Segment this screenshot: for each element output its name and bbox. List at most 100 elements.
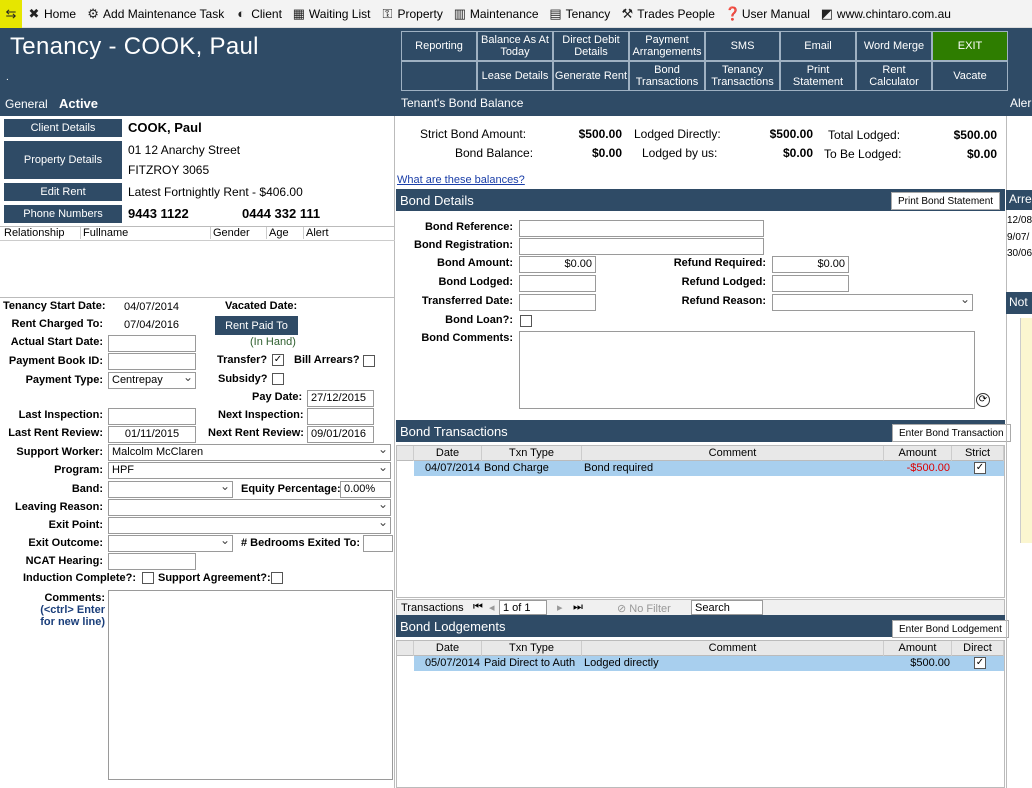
- col-comment[interactable]: Comment: [582, 641, 884, 656]
- bond-lodged-field[interactable]: [519, 275, 596, 292]
- payment-type-select[interactable]: Centrepay: [108, 372, 196, 389]
- payment-arrangements-button[interactable]: Payment Arrangements: [629, 31, 705, 61]
- toolbar-waiting-list[interactable]: ▦ Waiting List: [287, 0, 376, 28]
- col-txn-type[interactable]: Txn Type: [482, 641, 582, 656]
- program-select[interactable]: HPF: [108, 462, 391, 479]
- sync-icon[interactable]: ⟳: [976, 393, 990, 407]
- app-menu-button[interactable]: ⇆: [0, 0, 22, 28]
- support-worker-select[interactable]: Malcolm McClaren: [108, 444, 391, 461]
- exit-point-select[interactable]: [108, 517, 391, 534]
- phone-numbers-button[interactable]: Phone Numbers: [3, 204, 123, 224]
- rent-calculator-button[interactable]: Rent Calculator: [856, 61, 932, 91]
- bond-amount-field[interactable]: $0.00: [519, 256, 596, 273]
- enter-bond-lodgement-button[interactable]: Enter Bond Lodgement: [892, 620, 1009, 638]
- refund-lodged-field[interactable]: [772, 275, 849, 292]
- bond-registration-label: Bond Registration:: [414, 239, 513, 251]
- band-select[interactable]: [108, 481, 233, 498]
- status-badge: Active: [59, 96, 99, 111]
- refund-reason-select[interactable]: [772, 294, 973, 311]
- comments-textarea[interactable]: [108, 590, 393, 780]
- last-inspection-field[interactable]: [108, 408, 196, 425]
- relationships-grid[interactable]: Relationship Fullname Gender Age Alert: [0, 226, 395, 298]
- toolbar-tenancy[interactable]: ▤ Tenancy: [544, 0, 616, 28]
- last-record-icon[interactable]: ⏭: [573, 601, 583, 614]
- bond-transactions-grid[interactable]: Date Txn Type Comment Amount Strict 04/0…: [396, 445, 1005, 598]
- bedrooms-field[interactable]: [363, 535, 393, 552]
- row-strict-checkbox[interactable]: ✓: [974, 462, 986, 474]
- ncat-field[interactable]: [108, 553, 196, 570]
- calendar-icon: ▤: [549, 5, 562, 21]
- transfer-checkbox[interactable]: ✓: [272, 354, 284, 366]
- word-merge-button[interactable]: Word Merge: [856, 31, 932, 61]
- actual-start-field[interactable]: [108, 335, 196, 352]
- toolbar-add-maintenance-task[interactable]: ⚙ Add Maintenance Task: [81, 0, 229, 28]
- prev-record-icon[interactable]: ◂: [489, 601, 495, 614]
- bond-loan-checkbox[interactable]: [520, 315, 532, 327]
- equity-field[interactable]: 0.00%: [340, 481, 391, 498]
- next-inspection-field[interactable]: [307, 408, 374, 425]
- toolbar-maintenance[interactable]: ▥ Maintenance: [448, 0, 544, 28]
- bill-arrears-checkbox[interactable]: [363, 355, 375, 367]
- col-direct[interactable]: Direct: [952, 641, 1004, 656]
- support-agreement-checkbox[interactable]: [271, 572, 283, 584]
- exit-button[interactable]: EXIT: [932, 31, 1008, 61]
- exit-outcome-select[interactable]: [108, 535, 233, 552]
- property-details-button[interactable]: Property Details: [3, 140, 123, 180]
- col-comment[interactable]: Comment: [582, 446, 884, 461]
- toolbar-home[interactable]: ✖ Home: [22, 0, 81, 28]
- subsidy-checkbox[interactable]: [272, 373, 284, 385]
- bond-registration-field[interactable]: [519, 238, 764, 255]
- pay-date-field[interactable]: 27/12/2015: [307, 390, 374, 407]
- toolbar-property[interactable]: ⚿ Property: [375, 0, 447, 28]
- notes-area[interactable]: [1020, 318, 1032, 543]
- email-button[interactable]: Email: [780, 31, 856, 61]
- print-bond-statement-button[interactable]: Print Bond Statement: [891, 192, 1001, 210]
- tenancy-transactions-button[interactable]: Tenancy Transactions: [705, 61, 780, 91]
- lease-details-button[interactable]: Lease Details: [477, 61, 553, 91]
- rent-paid-to-button[interactable]: Rent Paid To: [215, 316, 298, 335]
- enter-bond-transaction-button[interactable]: Enter Bond Transaction: [892, 424, 1011, 442]
- table-row[interactable]: 04/07/2014 Bond Charge Bond required -$5…: [414, 461, 1004, 476]
- next-record-icon[interactable]: ▸: [557, 601, 563, 614]
- bond-comments-textarea[interactable]: [519, 331, 975, 409]
- col-amount[interactable]: Amount: [884, 641, 952, 656]
- bond-transactions-button[interactable]: Bond Transactions: [629, 61, 705, 91]
- col-txn-type[interactable]: Txn Type: [482, 446, 582, 461]
- payment-book-field[interactable]: [108, 353, 196, 370]
- row-direct-checkbox[interactable]: ✓: [974, 657, 986, 669]
- bond-reference-field[interactable]: [519, 220, 764, 237]
- refund-required-field[interactable]: $0.00: [772, 256, 849, 273]
- col-strict[interactable]: Strict: [952, 446, 1004, 461]
- bond-lodgements-grid[interactable]: Date Txn Type Comment Amount Direct 05/0…: [396, 640, 1005, 788]
- toolbar-website[interactable]: ◩ www.chintaro.com.au: [815, 0, 956, 28]
- what-are-balances-link[interactable]: What are these balances?: [397, 174, 525, 186]
- table-row[interactable]: 05/07/2014 Paid Direct to Auth Lodged di…: [414, 656, 1004, 671]
- next-rent-review-field[interactable]: 09/01/2016: [307, 426, 374, 443]
- balance-as-at-today-button[interactable]: Balance As At Today: [477, 31, 553, 61]
- toolbar-client[interactable]: ◐ Client: [229, 0, 287, 28]
- direct-debit-details-button[interactable]: Direct Debit Details: [553, 31, 629, 61]
- vacate-button[interactable]: Vacate: [932, 61, 1008, 91]
- transferred-date-field[interactable]: [519, 294, 596, 311]
- toolbar-user-manual[interactable]: ❓ User Manual: [720, 0, 815, 28]
- search-field[interactable]: Search: [691, 600, 763, 615]
- col-amount[interactable]: Amount: [884, 446, 952, 461]
- last-rent-review-field[interactable]: 01/11/2015: [108, 426, 196, 443]
- grid-select-all[interactable]: [397, 641, 414, 656]
- nav-position[interactable]: 1 of 1: [499, 600, 547, 615]
- generate-rent-button[interactable]: Generate Rent: [553, 61, 629, 91]
- col-date[interactable]: Date: [414, 446, 482, 461]
- client-details-button[interactable]: Client Details: [3, 118, 123, 138]
- induction-label: Induction Complete?:: [22, 572, 136, 584]
- reporting-button[interactable]: Reporting: [401, 31, 477, 61]
- induction-checkbox[interactable]: [142, 572, 154, 584]
- col-date[interactable]: Date: [414, 641, 482, 656]
- leaving-reason-select[interactable]: [108, 499, 391, 516]
- toolbar-trades-people[interactable]: ⚒ Trades People: [615, 0, 720, 28]
- grid-select-all[interactable]: [397, 446, 414, 461]
- no-filter-button[interactable]: ⊘ No Filter: [617, 602, 671, 615]
- print-statement-button[interactable]: Print Statement: [780, 61, 856, 91]
- edit-rent-button[interactable]: Edit Rent: [3, 182, 123, 202]
- sms-button[interactable]: SMS: [705, 31, 780, 61]
- first-record-icon[interactable]: ⏮: [473, 601, 483, 614]
